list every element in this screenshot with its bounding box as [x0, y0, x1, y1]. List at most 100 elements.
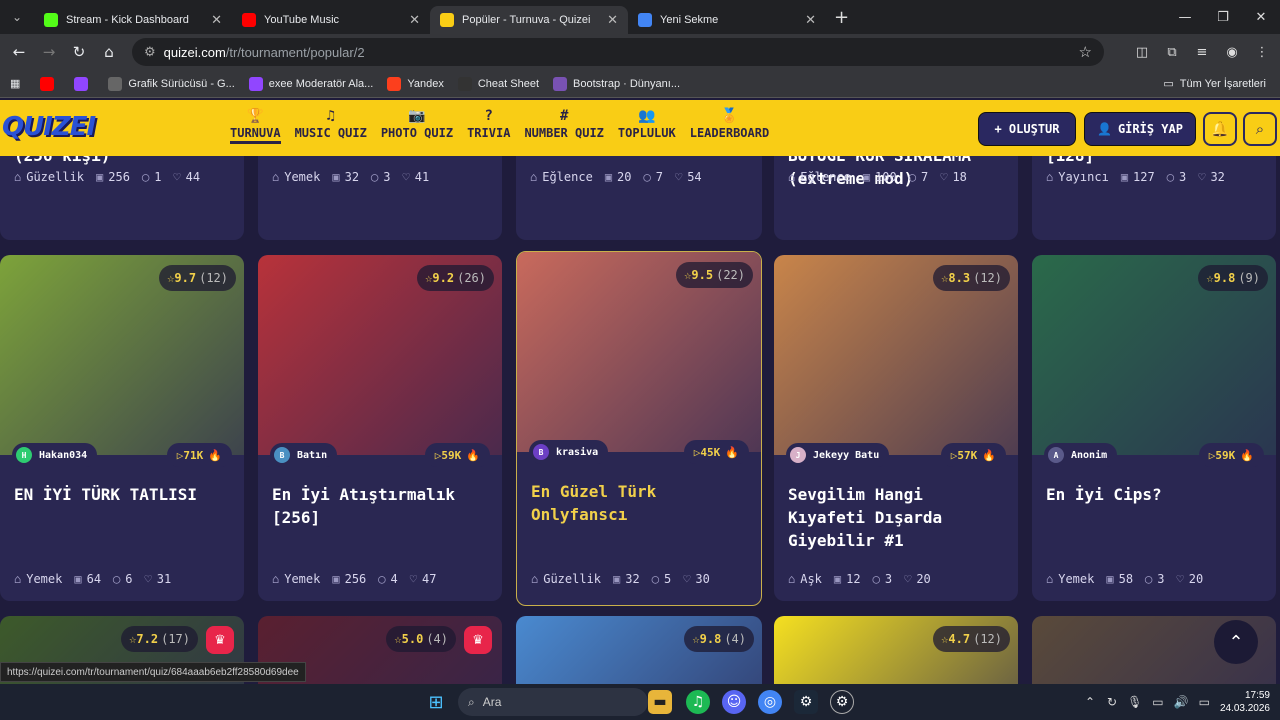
- camera-icon: 📷: [408, 108, 426, 124]
- stat-likes: ♡ 20: [1177, 572, 1204, 586]
- quiz-card[interactable]: ☆ 9.2 (26) B Batın ▷ 59K 🔥 En İyi Atıştırmalık…: [258, 255, 502, 601]
- minimize-icon[interactable]: —: [1166, 0, 1204, 34]
- play-count-chip: ▷ 71K 🔥: [166, 443, 232, 467]
- quiz-card[interactable]: BÜYÜGE KÜR SIRALAMA (extreme mod)⌂Eğlenc…: [774, 156, 1018, 240]
- stat-comments: ◯ 6: [113, 572, 132, 586]
- stat-category: ⌂ Eğlence: [530, 170, 593, 184]
- quiz-card[interactable]: ☆ 9.7 (12) H Hakan034 ▷ 71K 🔥 EN İYİ TÜRK TATL…: [0, 255, 244, 601]
- bell-icon[interactable]: 🔔: [1203, 112, 1237, 146]
- nav-trivia[interactable]: ? TRIVIA: [467, 106, 510, 144]
- restore-icon[interactable]: ❐: [1204, 0, 1242, 34]
- tag-icon: ⌂: [1046, 572, 1054, 586]
- file-explorer-icon[interactable]: ▬: [648, 690, 672, 714]
- card-title: En Güzel Türk Onlyfanscı: [531, 482, 657, 524]
- author-name: Jekeyy Batu: [813, 449, 880, 461]
- nav-photo-quiz[interactable]: 📷 PHOTO QUIZ: [381, 106, 453, 144]
- author-chip[interactable]: H Hakan034: [12, 443, 98, 467]
- author-chip[interactable]: A Anonim: [1044, 443, 1118, 467]
- play-icon: ▷: [176, 448, 184, 462]
- all-bookmarks[interactable]: ▭ Tüm Yer İşaretleri: [1163, 77, 1266, 91]
- browser-tab[interactable]: Stream - Kick Dashboard ✕: [34, 6, 232, 34]
- browser-tab[interactable]: Popüler - Turnuva - Quizei ✕: [430, 6, 628, 34]
- clock[interactable]: 17:59 24.03.2026: [1220, 689, 1270, 715]
- bookmark-item[interactable]: Cheat Sheet: [457, 76, 539, 91]
- nav-leaderboard[interactable]: 🏅 LEADERBOARD: [690, 106, 769, 144]
- browser-tab[interactable]: Yeni Sekme ✕: [628, 6, 826, 34]
- quiz-card[interactable]: ☆ 8.3 (12) J Jekeyy Batu ▷ 57K 🔥 Sevgilim Hang…: [774, 255, 1018, 601]
- create-button[interactable]: + OLUŞTUR: [978, 112, 1076, 146]
- close-tab-icon[interactable]: ✕: [805, 12, 816, 28]
- reload-icon[interactable]: ↻: [64, 37, 94, 67]
- battery-icon[interactable]: ▭: [1199, 695, 1210, 709]
- author-chip[interactable]: J Jekeyy Batu: [786, 443, 890, 467]
- url-input[interactable]: ⚙ quizei.com /tr/tournament/popular/2 ☆: [132, 38, 1104, 66]
- spotify-icon[interactable]: ♫: [686, 690, 710, 714]
- nav-number-quiz[interactable]: # NUMBER QUIZ: [524, 106, 603, 144]
- steam-icon[interactable]: ⚙: [794, 690, 818, 714]
- sync-icon[interactable]: ↻: [1107, 695, 1117, 709]
- rating-value: 7.2: [136, 632, 159, 646]
- taskbar-search[interactable]: ⌕ Ara: [458, 688, 648, 716]
- star-icon: ☆: [684, 268, 692, 282]
- home-icon[interactable]: ⌂: [94, 37, 124, 67]
- author-chip[interactable]: B Batın: [270, 443, 338, 467]
- stat-value: 4: [390, 572, 398, 586]
- tab-search-icon[interactable]: ⌄: [0, 0, 34, 34]
- windows-start-icon[interactable]: ⊞: [424, 690, 448, 714]
- apps-icon[interactable]: ▦: [10, 77, 20, 90]
- quiz-card[interactable]: ⌂ Yemek ▣ 32 ◯ 3 ♡ 41: [258, 156, 502, 240]
- bookmark-label: Grafik Sürücüsü - G...: [128, 77, 235, 90]
- twitch-icon: [74, 76, 89, 91]
- nav-topluluk[interactable]: 👥 TOPLULUK: [618, 106, 676, 144]
- close-tab-icon[interactable]: ✕: [211, 12, 222, 28]
- scroll-to-top-button[interactable]: ⌃: [1214, 620, 1258, 664]
- bookmark-item[interactable]: [40, 76, 60, 91]
- nav-music-quiz[interactable]: ♫ MUSIC QUIZ: [295, 106, 367, 144]
- browser-tab[interactable]: YouTube Music ✕: [232, 6, 430, 34]
- author-name: Anonim: [1071, 449, 1108, 461]
- author-chip[interactable]: Bkrasiva: [529, 440, 609, 464]
- mic-icon[interactable]: 🎙: [1127, 695, 1142, 709]
- quiz-card[interactable]: (256 kişi)⌂Güzellik▣256◯1♡44: [0, 156, 244, 240]
- quiz-card[interactable]: ☆ 9.8 (9) A Anonim ▷ 59K 🔥 En İyi Cips? ⌂ Yemek ▣…: [1032, 255, 1276, 601]
- network-icon[interactable]: ▭: [1152, 695, 1163, 709]
- tray-chevron-icon[interactable]: ⌃: [1085, 695, 1095, 709]
- search-icon[interactable]: ⌕: [1243, 112, 1277, 146]
- bookmark-item[interactable]: Yandex: [387, 76, 444, 91]
- quiz-card[interactable]: ☆ 4.7 (12): [774, 616, 1018, 684]
- login-button[interactable]: 👤 GİRİŞ YAP: [1084, 112, 1196, 146]
- menu-dots-icon[interactable]: ⋮: [1250, 40, 1274, 64]
- discord-icon[interactable]: ☺: [722, 690, 746, 714]
- quiz-card[interactable]: [128]⌂Yayıncı▣127◯3♡32: [1032, 156, 1276, 240]
- music-icon: ♫: [326, 108, 335, 124]
- chrome-taskbar-icon[interactable]: ◎: [758, 690, 782, 714]
- user-icon: 👤: [1097, 122, 1112, 136]
- quizei-logo[interactable]: QUIZEI: [2, 112, 96, 142]
- site-info-icon[interactable]: ⚙: [144, 44, 156, 60]
- volume-icon[interactable]: 🔊: [1174, 695, 1189, 709]
- close-tab-icon[interactable]: ✕: [607, 12, 618, 28]
- close-window-icon[interactable]: ✕: [1242, 0, 1280, 34]
- puzzle-icon[interactable]: ⧉: [1160, 40, 1184, 64]
- bookmark-item[interactable]: [74, 76, 94, 91]
- close-tab-icon[interactable]: ✕: [409, 12, 420, 28]
- stat-value: Eğlence: [800, 170, 851, 184]
- bookmark-item[interactable]: exee Moderatör Ala...: [248, 76, 373, 91]
- new-tab-button[interactable]: +: [834, 7, 849, 28]
- extension-icon[interactable]: ◫: [1130, 40, 1154, 64]
- bookmark-star-icon[interactable]: ☆: [1079, 43, 1092, 61]
- quiz-card[interactable]: ☆ 9.5 (22) Bkrasiva ▷ 45K 🔥 En Güzel Türk Onl…: [516, 251, 762, 606]
- forward-icon[interactable]: →: [34, 37, 64, 67]
- back-icon[interactable]: ←: [4, 37, 34, 67]
- profile-avatar-icon[interactable]: ◉: [1220, 40, 1244, 64]
- bookmark-item[interactable]: Grafik Sürücüsü - G...: [108, 76, 235, 91]
- avatar: B: [533, 444, 549, 460]
- stat-value: 64: [86, 572, 102, 586]
- settings-icon[interactable]: ⚙: [830, 690, 854, 714]
- nav-turnuva[interactable]: 🏆 TURNUVA: [230, 106, 281, 144]
- comment-icon: ◯: [113, 572, 121, 586]
- media-icon[interactable]: ≡: [1190, 40, 1214, 64]
- quiz-card[interactable]: ☆ 9.8 (4): [516, 616, 762, 684]
- quiz-card[interactable]: ⌂ Eğlence ▣ 20 ◯ 7 ♡ 54: [516, 156, 762, 240]
- bookmark-item[interactable]: Bootstrap · Dünyanı...: [553, 76, 680, 91]
